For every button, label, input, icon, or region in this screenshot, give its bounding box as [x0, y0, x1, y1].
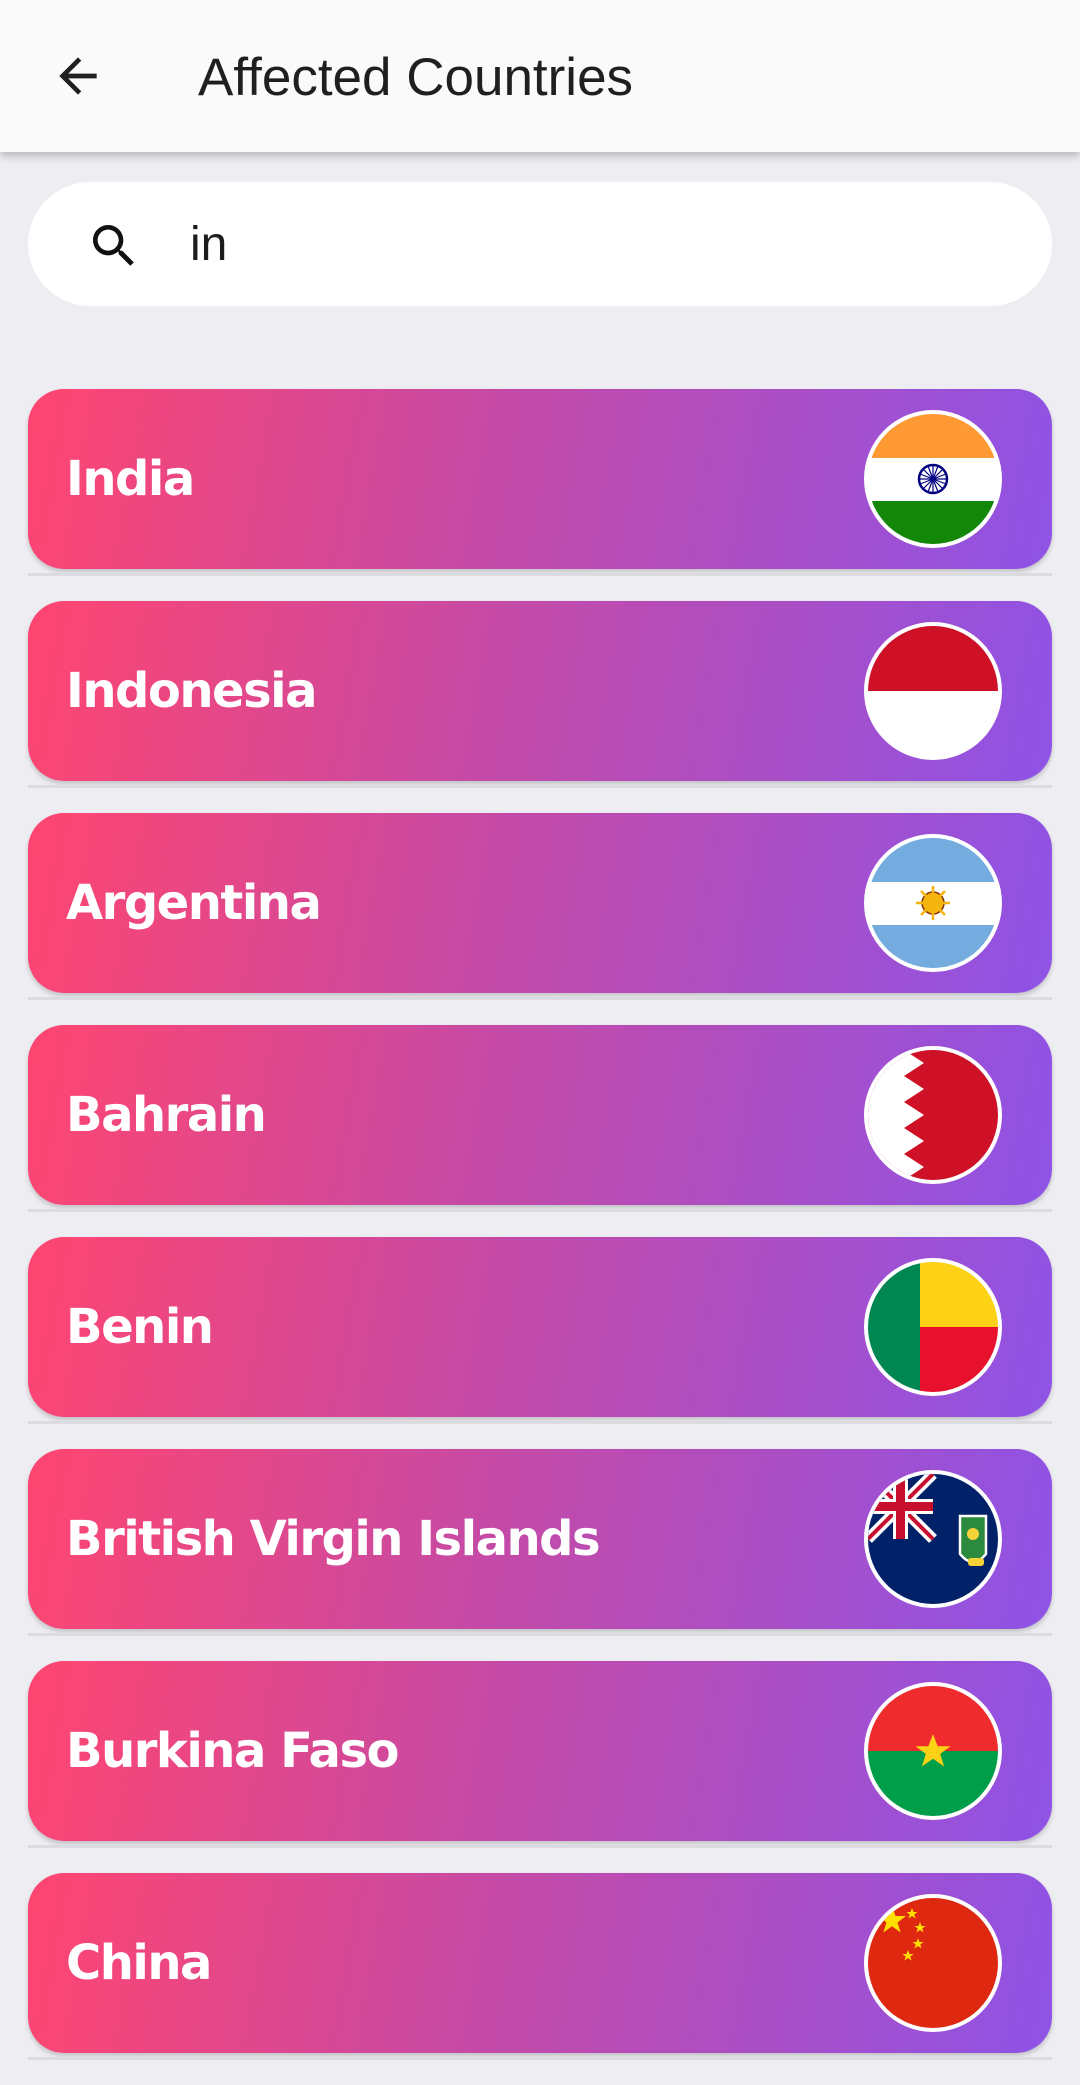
country-card[interactable]: British Virgin Islands	[28, 1449, 1052, 1629]
country-name: Benin	[66, 1299, 214, 1355]
country-card[interactable]: Bahrain	[28, 1025, 1052, 1205]
country-name: China	[66, 1935, 212, 1991]
back-button[interactable]	[40, 38, 116, 114]
flag-india-icon	[864, 410, 1002, 548]
country-card[interactable]: Benin	[28, 1237, 1052, 1417]
country-name: British Virgin Islands	[66, 1511, 601, 1567]
divider	[28, 1209, 1052, 1212]
country-card[interactable]: Burkina Faso	[28, 1661, 1052, 1841]
country-name: Indonesia	[66, 663, 318, 719]
flag-benin-icon	[864, 1258, 1002, 1396]
flag-burkina-faso-icon	[864, 1682, 1002, 1820]
country-card[interactable]: Argentina	[28, 813, 1052, 993]
search-icon	[93, 225, 134, 266]
divider	[28, 573, 1052, 576]
divider	[28, 1845, 1052, 1848]
divider	[28, 1633, 1052, 1636]
country-card[interactable]: Indonesia	[28, 601, 1052, 781]
list-item[interactable]: Indonesia	[28, 601, 1052, 813]
page-title: Affected Countries	[198, 48, 634, 107]
country-name: Argentina	[66, 875, 322, 931]
country-card[interactable]: China	[28, 1873, 1052, 2053]
country-name: Burkina Faso	[66, 1723, 400, 1779]
flag-china-icon	[864, 1894, 1002, 2032]
arrow-back-icon	[59, 57, 97, 95]
country-name: India	[66, 451, 195, 507]
flag-indonesia-icon	[864, 622, 1002, 760]
divider	[28, 785, 1052, 788]
list-item[interactable]: China	[28, 1873, 1052, 2085]
country-name: Bahrain	[66, 1087, 267, 1143]
search-input[interactable]	[190, 208, 1010, 280]
flag-british-virgin-islands-icon	[864, 1470, 1002, 1608]
list-item[interactable]: British Virgin Islands	[28, 1449, 1052, 1661]
search-bar[interactable]	[28, 182, 1052, 306]
country-list: India Indonesia Argentina Bahrain Benin …	[28, 389, 1052, 2085]
divider	[28, 2057, 1052, 2060]
list-item[interactable]: Argentina	[28, 813, 1052, 1025]
list-item[interactable]: Bahrain	[28, 1025, 1052, 1237]
flag-bahrain-icon	[864, 1046, 1002, 1184]
divider	[28, 997, 1052, 1000]
country-card[interactable]: India	[28, 389, 1052, 569]
list-item[interactable]: India	[28, 389, 1052, 601]
flag-argentina-icon	[864, 834, 1002, 972]
list-item[interactable]: Burkina Faso	[28, 1661, 1052, 1873]
list-item[interactable]: Benin	[28, 1237, 1052, 1449]
divider	[28, 1421, 1052, 1424]
app-bar: Affected Countries	[0, 0, 1080, 152]
